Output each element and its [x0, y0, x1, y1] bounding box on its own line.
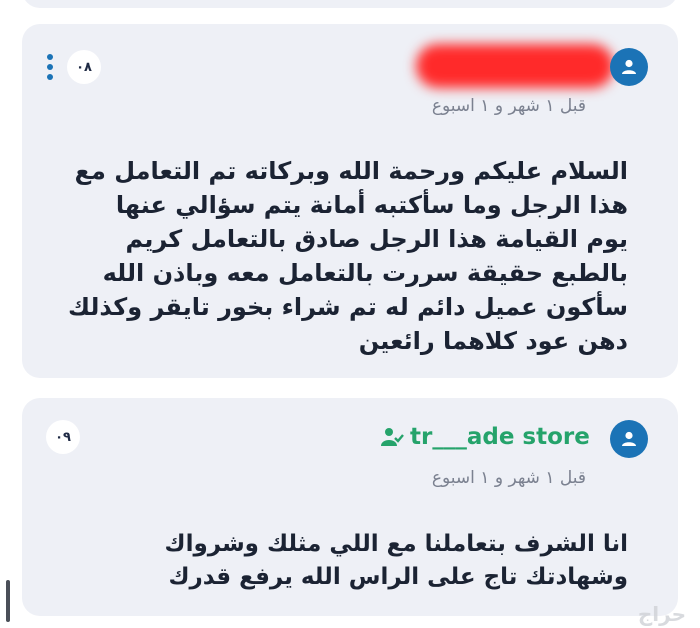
- comment-timestamp: قبل ١ شهر و ١ اسبوع: [431, 96, 586, 116]
- reply-timestamp: قبل ١ شهر و ١ اسبوع: [431, 468, 586, 488]
- reply-text: انا الشرف بتعاملنا مع اللي مثلك وشرواك و…: [164, 531, 629, 590]
- previous-comment-card: [22, 0, 678, 8]
- verified-seller-icon: [381, 428, 404, 446]
- comment-card: ٠٨ قبل ١ شهر و ١ اسبوع السلام عليكم ورحم…: [22, 24, 678, 378]
- seller-name: tr___ade store: [410, 424, 590, 450]
- more-options-icon[interactable]: [46, 54, 54, 84]
- user-avatar-icon[interactable]: [610, 48, 648, 86]
- comment-text: السلام عليكم ورحمة الله وبركاته تم التعا…: [68, 157, 628, 355]
- comment-number-badge: ٠٩: [46, 420, 80, 454]
- redacted-username: [416, 44, 614, 88]
- seller-name-link[interactable]: tr___ade store: [380, 424, 590, 450]
- scrollbar[interactable]: [6, 580, 10, 622]
- watermark-logo: حراج: [637, 602, 686, 626]
- reply-card: ٠٩ tr___ade store قبل ١ شهر و ١ اسبوع ان…: [22, 398, 678, 616]
- comment-number-badge: ٠٨: [67, 50, 101, 84]
- seller-avatar-icon[interactable]: [610, 420, 648, 458]
